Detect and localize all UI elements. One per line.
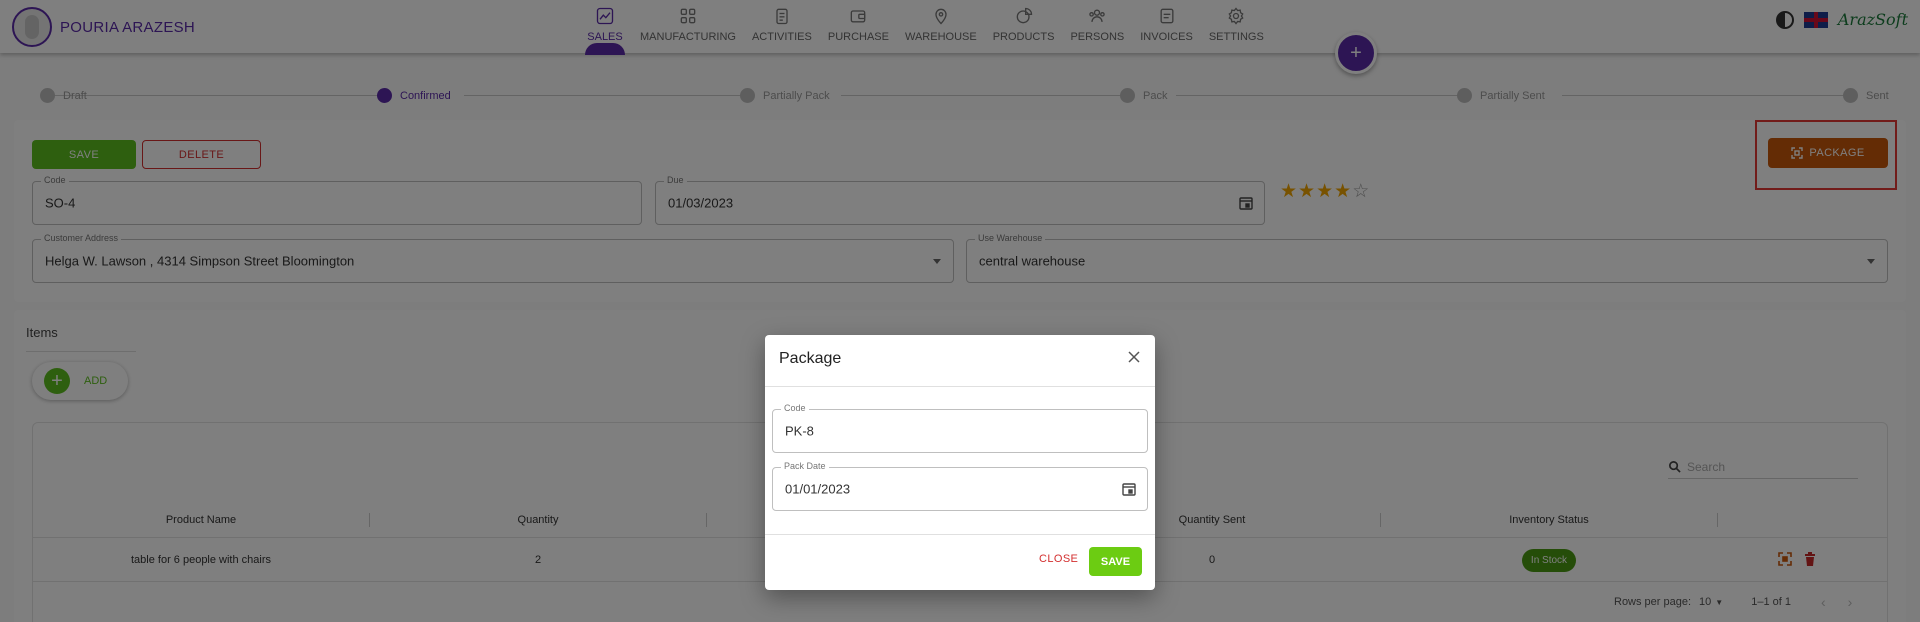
dialog-header: Package — [765, 335, 1155, 387]
dialog-save-button[interactable]: SAVE — [1089, 547, 1142, 576]
pack-date-value: 01/01/2023 — [785, 481, 851, 497]
pack-date-field[interactable]: Pack Date 01/01/2023 — [772, 461, 1148, 511]
pack-date-label: Pack Date — [781, 461, 829, 471]
package-dialog: Package Code PK-8 Pack Date 01/01/2023 C… — [765, 335, 1155, 590]
close-icon[interactable] — [1127, 350, 1141, 364]
package-code-label: Code — [781, 403, 809, 413]
package-code-field[interactable]: Code PK-8 — [772, 403, 1148, 453]
dialog-close-button[interactable]: CLOSE — [1039, 553, 1078, 565]
dialog-title: Package — [779, 350, 842, 367]
package-code-value: PK-8 — [785, 423, 814, 439]
calendar-icon[interactable] — [1121, 481, 1137, 497]
